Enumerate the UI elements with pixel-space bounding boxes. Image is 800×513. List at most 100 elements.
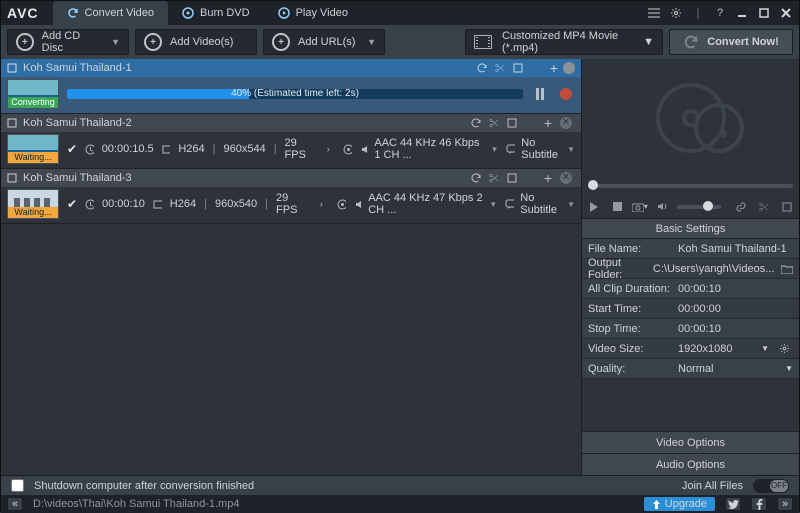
tab-burn-dvd[interactable]: Burn DVD: [168, 1, 264, 25]
status-badge: Waiting...: [8, 207, 58, 218]
video-size-dropdown[interactable]: 1920x1080: [678, 343, 755, 355]
join-all-label: Join All Files: [682, 480, 743, 492]
maximize-button[interactable]: [757, 6, 771, 20]
next-button[interactable]: »: [777, 497, 793, 511]
crop-icon[interactable]: [503, 114, 521, 132]
item-metadata: 00:00:10 H264|960x540|29 FPS › AAC 44 KH…: [85, 192, 575, 216]
square-icon: [7, 118, 17, 128]
list-item[interactable]: Koh Samui Thailand-2 + ✕ Waiting... ✔ 00…: [1, 114, 581, 169]
audio-track-dropdown[interactable]: AAC 44 KHz 46 Kbps 1 CH ...▼: [360, 137, 498, 161]
upload-icon: [652, 500, 661, 509]
link-icon[interactable]: [733, 198, 750, 216]
chevron-down-icon: ▼: [111, 37, 120, 47]
volume-button[interactable]: [654, 198, 671, 216]
settings-panel: Basic Settings File Name:Koh Samui Thail…: [582, 219, 799, 475]
loop-icon[interactable]: [467, 114, 485, 132]
loop-icon[interactable]: [473, 59, 491, 77]
item-title: Koh Samui Thailand-1: [23, 62, 132, 74]
window-controls: | ?: [647, 6, 793, 20]
button-label: Add Video(s): [170, 36, 233, 48]
twitter-button[interactable]: [725, 497, 741, 511]
chevron-right-icon[interactable]: ›: [314, 195, 329, 213]
subtitle-dropdown[interactable]: No Subtitle▼: [506, 137, 575, 161]
refresh-icon: [67, 7, 79, 19]
start-time-field[interactable]: 00:00:00: [678, 303, 793, 315]
volume-slider[interactable]: [677, 205, 721, 209]
audio-options-button[interactable]: Audio Options: [582, 453, 799, 475]
shutdown-checkbox[interactable]: [11, 479, 24, 492]
check-icon: ✔: [67, 197, 77, 211]
remove-icon[interactable]: ✕: [557, 114, 575, 132]
list-item[interactable]: Koh Samui Thailand-3 + ✕ Waiting... ✔: [1, 169, 581, 224]
loop-icon[interactable]: [467, 169, 485, 187]
preview-controls: ▾: [582, 195, 799, 219]
output-folder-field[interactable]: C:\Users\yangh\Videos...: [653, 263, 774, 275]
pause-button[interactable]: [531, 85, 549, 103]
gear-icon[interactable]: [669, 6, 683, 20]
join-all-toggle[interactable]: OFF: [753, 479, 789, 493]
quality-dropdown[interactable]: Normal: [678, 363, 779, 375]
add-cd-disc-button[interactable]: + Add CD Disc ▼: [7, 29, 129, 55]
video-options-button[interactable]: Video Options: [582, 431, 799, 453]
upgrade-button[interactable]: Upgrade: [644, 497, 715, 511]
status-dot: [563, 62, 575, 74]
tab-label: Convert Video: [85, 7, 155, 19]
add-icon[interactable]: +: [539, 114, 557, 132]
subtitle-icon: [505, 199, 514, 210]
add-url-button[interactable]: + Add URL(s) ▼: [263, 29, 385, 55]
chevron-down-icon: ▼: [643, 36, 654, 48]
help-icon[interactable]: ?: [713, 6, 727, 20]
add-icon[interactable]: +: [545, 59, 563, 77]
list-item[interactable]: Koh Samui Thailand-1 + Converting 40% (E…: [1, 59, 581, 114]
preview-timeline[interactable]: [582, 177, 799, 195]
subtitle-dropdown[interactable]: No Subtitle▼: [505, 192, 575, 216]
folder-icon[interactable]: [780, 260, 793, 278]
remove-icon[interactable]: ✕: [557, 169, 575, 187]
title-bar: AVC Convert Video Burn DVD Play Video | …: [1, 1, 799, 25]
add-icon[interactable]: +: [539, 169, 557, 187]
all-clip-duration: 00:00:10: [678, 283, 793, 295]
tab-label: Play Video: [296, 7, 348, 19]
play-button[interactable]: [586, 198, 603, 216]
output-profile-dropdown[interactable]: Customized MP4 Movie (*.mp4) ▼: [465, 29, 663, 55]
scissors-icon[interactable]: [485, 169, 503, 187]
minimize-button[interactable]: [735, 6, 749, 20]
crop-icon[interactable]: [509, 59, 527, 77]
facebook-button[interactable]: [751, 497, 767, 511]
crop-icon[interactable]: [503, 169, 521, 187]
seek-knob[interactable]: [588, 180, 598, 190]
menu-icon[interactable]: [647, 6, 661, 20]
chevron-down-icon: ▼: [367, 37, 376, 47]
film-icon: [474, 35, 492, 49]
item-metadata: 00:00:10.5 H264|960x544|29 FPS › AAC 44 …: [85, 137, 575, 161]
stop-button[interactable]: [557, 85, 575, 103]
button-label: Add URL(s): [298, 36, 355, 48]
gear-icon[interactable]: [775, 340, 793, 358]
chevron-right-icon[interactable]: ›: [321, 140, 335, 158]
item-title: Koh Samui Thailand-3: [23, 172, 132, 184]
stop-button[interactable]: [609, 198, 626, 216]
status-bar: « D:\videos\Thai\Koh Samui Thailand-1.mp…: [1, 495, 799, 513]
convert-now-button[interactable]: Convert Now!: [669, 29, 793, 55]
snapshot-button[interactable]: ▾: [631, 198, 648, 216]
prev-button[interactable]: «: [7, 497, 23, 511]
settings-header: Basic Settings: [582, 219, 799, 239]
filename-field[interactable]: Koh Samui Thailand-1: [678, 243, 793, 255]
item-title: Koh Samui Thailand-2: [23, 117, 132, 129]
scissors-icon[interactable]: [756, 198, 773, 216]
audio-track-dropdown[interactable]: AAC 44 KHz 47 Kbps 2 CH ...▼: [354, 192, 498, 216]
add-video-button[interactable]: + Add Video(s): [135, 29, 257, 55]
file-list: Koh Samui Thailand-1 + Converting 40% (E…: [1, 59, 581, 475]
main-toolbar: + Add CD Disc ▼ + Add Video(s) + Add URL…: [1, 25, 799, 59]
thumbnail: Converting: [7, 79, 59, 109]
close-button[interactable]: [779, 6, 793, 20]
globe-plus-icon: +: [272, 33, 290, 51]
scissors-icon[interactable]: [485, 114, 503, 132]
thumbnail: Waiting...: [7, 189, 59, 219]
stop-time-field[interactable]: 00:00:10: [678, 323, 793, 335]
crop-icon[interactable]: [778, 198, 795, 216]
refresh-icon: [683, 34, 699, 50]
tab-play-video[interactable]: Play Video: [264, 1, 362, 25]
tab-convert-video[interactable]: Convert Video: [53, 1, 169, 25]
scissors-icon[interactable]: [491, 59, 509, 77]
